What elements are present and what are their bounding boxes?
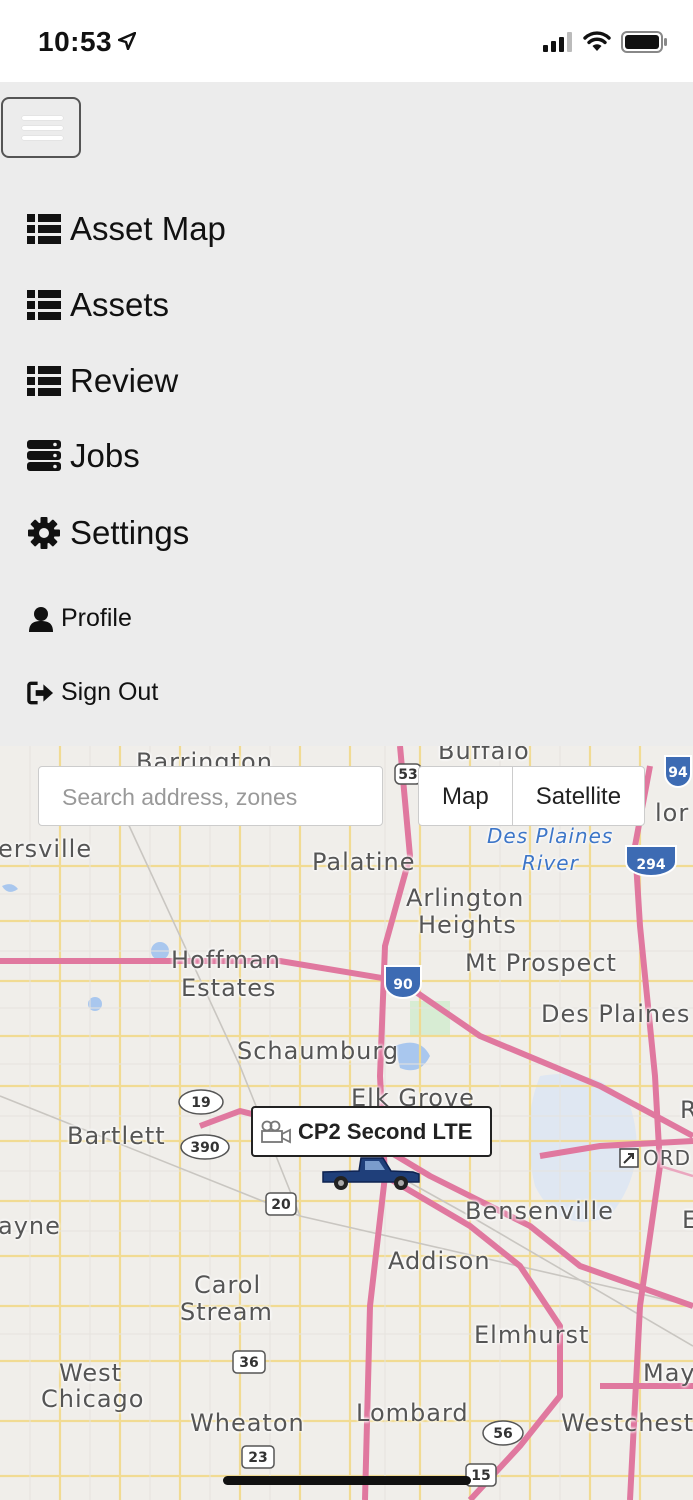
nav-item-jobs[interactable]: Jobs (27, 437, 140, 475)
map-type-toggle: Map Satellite (418, 766, 646, 826)
route-shield-label: 20 (271, 1197, 291, 1213)
nav-item-label: Settings (70, 514, 190, 551)
place-label: Des Plaines (487, 824, 614, 848)
route-shield-label: 15 (471, 1468, 490, 1484)
place-label: Heights (418, 911, 517, 939)
user-icon (27, 605, 54, 632)
place-label: Bensenville (465, 1197, 614, 1225)
map-type-map-button[interactable]: Map (419, 767, 512, 825)
place-label: Schaumburg (237, 1037, 400, 1065)
home-indicator (223, 1476, 471, 1485)
search-input[interactable]: Search address, zones (38, 766, 383, 826)
place-label: River (522, 851, 579, 875)
route-shield-label: 36 (239, 1355, 258, 1371)
place-label: ersville (0, 835, 93, 863)
place-label: Stream (180, 1298, 273, 1326)
route-shield-label: 390 (190, 1140, 219, 1156)
place-label: E (682, 1206, 693, 1234)
asset-name: CP2 Second LTE (298, 1118, 473, 1144)
status-time: 10:53 (38, 26, 113, 57)
nav-item-asset-map[interactable]: Asset Map (27, 210, 226, 248)
airport-icon (619, 1148, 639, 1168)
route-shield-label: 294 (636, 857, 665, 873)
route-shield-label: 90 (393, 977, 413, 993)
cellular-signal-icon (543, 32, 572, 52)
nav-item-label: Asset Map (70, 210, 226, 247)
hamburger-menu-icon (22, 116, 63, 120)
server-icon (27, 439, 61, 473)
nav-item-label: Review (70, 362, 179, 399)
battery-icon (621, 31, 667, 53)
place-label: Des Plaines (541, 1000, 691, 1028)
place-label: Chicago (41, 1385, 145, 1413)
asset-label[interactable]: CP2 Second LTE (251, 1106, 492, 1157)
place-label: Elmhurst (474, 1321, 590, 1349)
place-label: Addison (388, 1247, 491, 1275)
hamburger-menu-button[interactable] (1, 97, 81, 158)
list-icon (27, 288, 61, 322)
route-shield-label: 94 (668, 765, 688, 781)
location-arrow-icon (118, 32, 136, 50)
map-type-satellite-button[interactable]: Satellite (511, 767, 644, 825)
route-shield-label: 23 (248, 1450, 267, 1466)
gear-icon (27, 516, 61, 550)
nav-menu: Asset Map Assets Review Jobs Settings Pr… (0, 82, 693, 746)
place-label: Bartlett (67, 1122, 166, 1150)
place-label: West (59, 1359, 123, 1387)
place-label: Estates (181, 974, 277, 1002)
place-label: Carol (194, 1271, 262, 1299)
place-label: ORD (643, 1146, 692, 1170)
nav-item-settings[interactable]: Settings (27, 514, 189, 552)
place-label: ayne (0, 1212, 61, 1240)
place-label: May (643, 1359, 693, 1387)
nav-item-assets[interactable]: Assets (27, 286, 169, 324)
pickup-truck-icon[interactable] (321, 1154, 423, 1192)
nav-item-sign-out[interactable]: Sign Out (27, 678, 158, 707)
place-label: Buffalo (438, 746, 530, 765)
status-bar: 10:53 (0, 0, 693, 82)
place-label: R (680, 1096, 693, 1124)
route-shield-label: 56 (493, 1426, 512, 1442)
nav-item-label: Jobs (70, 437, 140, 474)
place-label: Mt Prospect (465, 949, 617, 977)
video-camera-icon (261, 1120, 291, 1143)
wifi-icon (583, 31, 611, 51)
place-label: Westcheste (561, 1409, 693, 1437)
route-shield-label: 53 (398, 767, 417, 783)
nav-item-label: Profile (61, 604, 132, 632)
place-label: Arlington (406, 884, 525, 912)
asset-map[interactable]: 53 94 294 90 19 390 20 36 56 23 15 Barri… (0, 746, 693, 1500)
nav-item-label: Sign Out (61, 678, 159, 706)
route-shield-label: 19 (191, 1095, 210, 1111)
nav-item-label: Assets (70, 286, 170, 323)
list-icon (27, 364, 61, 398)
nav-item-review[interactable]: Review (27, 362, 178, 400)
place-label: Palatine (312, 848, 416, 876)
nav-item-profile[interactable]: Profile (27, 604, 132, 633)
place-label: Wheaton (190, 1409, 305, 1437)
list-icon (27, 212, 61, 246)
place-label: Lombard (356, 1399, 469, 1427)
sign-out-icon (27, 679, 54, 706)
place-label: lor (655, 799, 690, 827)
place-label: Hoffman (171, 946, 281, 974)
